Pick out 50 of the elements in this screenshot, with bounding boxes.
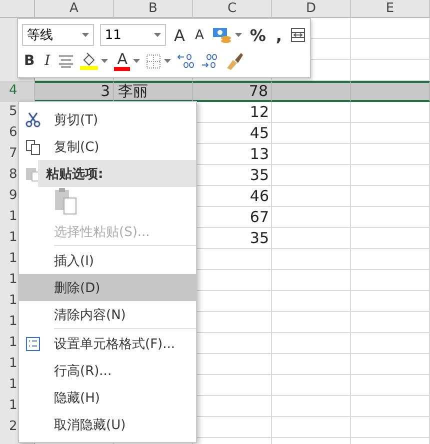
comma-button[interactable]: , [274,26,284,44]
list-icon [26,336,40,350]
row-header[interactable]: 4 [0,81,35,102]
menu-item[interactable]: 复制(C) [19,133,196,160]
menu-item[interactable]: 删除(D) [19,274,196,301]
align-center-icon [58,54,74,68]
table-cell: 45 [250,124,269,142]
column-header[interactable]: D [272,0,351,18]
clipboard-icon [54,186,78,214]
caret-icon [82,32,89,38]
percent-button[interactable]: % [248,26,268,44]
italic-button[interactable]: I [42,53,52,69]
caret-icon [234,32,242,38]
caret-icon [101,58,108,64]
wrap-text-icon [290,27,306,43]
font-size-field[interactable]: 11 [100,24,166,46]
column-header[interactable]: C [193,0,272,18]
menu-item[interactable]: 剪切(T) [19,106,196,133]
increase-decimal-icon [177,53,196,69]
decrease-decimal-icon [201,53,220,69]
table-cell: 13 [250,145,269,163]
table-cell: 46 [250,187,269,205]
column-header[interactable]: B [114,0,193,18]
table-cell: 12 [250,103,269,121]
table-cell: 67 [250,208,269,226]
scissors-icon [24,112,40,128]
column-header[interactable]: E [351,0,430,18]
menu-item[interactable]: 隐藏(H) [19,384,196,411]
font-name-field[interactable]: 等线 [22,24,94,46]
menu-section-header: 粘贴选项: [38,160,196,187]
table-cell: 35 [250,229,269,247]
font-color-button[interactable]: A [114,52,130,70]
table-cell: 78 [193,81,272,102]
borders-icon [146,54,162,68]
menu-item[interactable]: 行高(R)... [19,357,196,384]
money-icon [212,27,232,43]
increase-font-button[interactable]: A [172,26,187,44]
column-header[interactable]: A [35,0,114,18]
table-cell: 35 [250,166,269,184]
copy-icon [24,138,40,154]
bold-button[interactable]: B [22,53,37,69]
brush-icon [225,52,246,70]
decrease-font-button[interactable]: A [192,28,206,42]
caret-icon [154,32,162,38]
table-cell: 3 [35,81,114,102]
menu-item[interactable]: 取消隐藏(U) [19,411,196,438]
caret-icon [133,58,140,64]
table-cell: 李丽 [114,81,193,102]
menu-item[interactable]: 清除内容(N) [19,301,196,328]
caret-icon [164,58,172,64]
